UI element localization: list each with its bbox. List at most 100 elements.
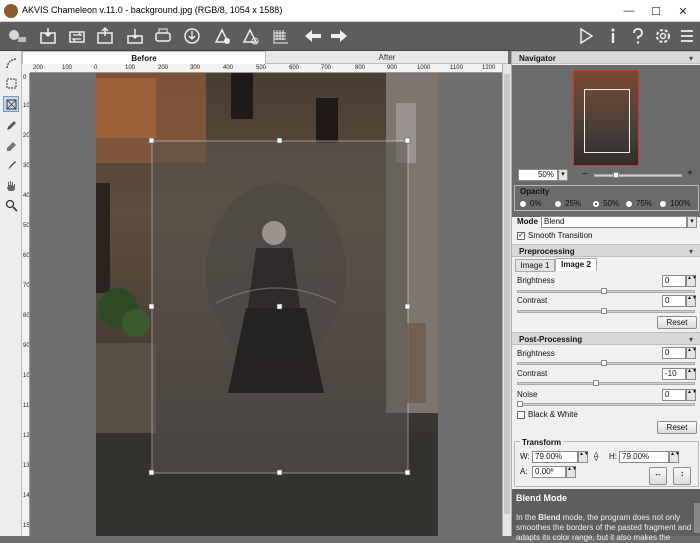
canvas-scrollbar[interactable] (502, 64, 511, 536)
rectangle-icon[interactable] (3, 75, 19, 91)
flip-vertical-icon[interactable]: ↕ (673, 467, 691, 485)
zoom-slider-knob[interactable] (613, 172, 619, 178)
help-scrollbar[interactable] (694, 503, 700, 533)
swap-icon[interactable] (66, 26, 88, 46)
zoom-slider[interactable] (594, 174, 682, 177)
share-icon[interactable] (181, 26, 203, 46)
help-icon[interactable] (627, 26, 649, 46)
tab-image-2[interactable]: Image 2 (555, 258, 597, 271)
image-canvas[interactable] (30, 73, 502, 536)
print-icon[interactable] (152, 26, 174, 46)
tab-image-1[interactable]: Image 1 (515, 259, 555, 272)
post-brightness-knob[interactable] (601, 360, 607, 366)
ruler-h-label: 200 (33, 65, 44, 71)
selection-icon[interactable] (3, 55, 19, 71)
about-icon[interactable] (6, 26, 28, 46)
postprocessing-header[interactable]: Post-Processing ▾ (512, 332, 700, 345)
pre-contrast-knob[interactable] (601, 308, 607, 314)
ruler-v-label: 800 (23, 313, 30, 319)
run-icon[interactable] (575, 26, 597, 46)
minimize-button[interactable]: — (616, 2, 642, 20)
link-icon[interactable]: ⟠ (594, 451, 598, 462)
horizontal-ruler: 200 100 0 100 200 300 400 500 600 700 80… (30, 64, 502, 73)
close-button[interactable]: ✕ (670, 2, 696, 20)
grid-icon[interactable] (270, 26, 292, 46)
tab-after[interactable]: After (266, 51, 508, 64)
angle-field[interactable]: 0.00º (532, 466, 566, 478)
opacity-radio-100[interactable] (659, 200, 667, 208)
zoom-in-button[interactable]: + (687, 168, 693, 179)
pre-contrast-field[interactable]: 0 (662, 295, 686, 307)
preprocessing-title: Preprocessing (519, 247, 575, 256)
post-brightness-field[interactable]: 0 (662, 347, 686, 359)
opacity-radio-0[interactable] (519, 200, 527, 208)
opacity-radio-25[interactable] (554, 200, 562, 208)
zoom-dropdown-icon[interactable]: ▾ (558, 169, 568, 181)
opacity-radio-50[interactable] (592, 200, 600, 208)
width-field[interactable]: 79.00% (532, 451, 578, 463)
navigator-viewport-frame[interactable] (584, 89, 630, 153)
help-panel: Blend Mode In the Blend mode, the progra… (512, 489, 700, 542)
ruler-h-label: 100 (125, 65, 136, 71)
help-title: Blend Mode (516, 493, 567, 503)
ruler-h-label: 800 (355, 65, 366, 71)
collapse-icon[interactable]: ▾ (689, 247, 693, 256)
zoom-icon[interactable] (3, 197, 19, 213)
collapse-icon[interactable]: ▾ (689, 335, 693, 344)
noise-slider[interactable] (517, 403, 695, 406)
angle-spinner[interactable]: ▲▼ (566, 466, 577, 478)
save-icon[interactable] (124, 26, 146, 46)
preprocessing-header[interactable]: Preprocessing ▾ (512, 244, 700, 257)
mode-select[interactable]: Blend (541, 216, 687, 228)
menu-icon[interactable] (676, 26, 698, 46)
post-brightness-spinner[interactable]: ▲▼ (686, 347, 697, 359)
ruler-h-label: 700 (321, 65, 332, 71)
post-contrast-knob[interactable] (593, 380, 599, 386)
pre-reset-button[interactable]: Reset (657, 316, 697, 329)
noise-spinner[interactable]: ▲▼ (686, 389, 697, 401)
height-field[interactable]: 79.00% (619, 451, 669, 463)
pre-brightness-spinner[interactable]: ▲▼ (686, 275, 697, 287)
width-spinner[interactable]: ▲▼ (578, 451, 589, 463)
scrollbar-thumb[interactable] (504, 74, 510, 514)
brush-icon[interactable] (3, 157, 19, 173)
pre-contrast-spinner[interactable]: ▲▼ (686, 295, 697, 307)
post-contrast-field[interactable]: -10 (662, 368, 686, 380)
hand-icon[interactable] (3, 177, 19, 193)
post-contrast-spinner[interactable]: ▲▼ (686, 368, 697, 380)
undo-icon[interactable] (302, 26, 324, 46)
ruler-v-label: 1400 (23, 493, 30, 499)
angle-label: A: (520, 467, 528, 476)
help-text-bold: Blend (538, 513, 561, 522)
height-spinner[interactable]: ▲▼ (669, 451, 680, 463)
zoom-out-button[interactable]: − (582, 169, 588, 180)
post-reset-button[interactable]: Reset (657, 421, 697, 434)
pre-brightness-knob[interactable] (601, 288, 607, 294)
transform-icon[interactable] (3, 96, 19, 112)
zoom-field[interactable]: 50% (518, 169, 558, 181)
fragment-in-icon[interactable] (211, 26, 233, 46)
info-icon[interactable] (602, 26, 624, 46)
fragment-out-icon[interactable] (239, 26, 261, 46)
black-white-checkbox[interactable] (517, 411, 525, 419)
navigator-header[interactable]: Navigator ▾ (512, 51, 700, 64)
mode-dropdown-icon[interactable]: ▾ (687, 216, 697, 228)
smooth-transition-checkbox[interactable]: ✓ (517, 232, 525, 240)
noise-knob[interactable] (517, 401, 523, 407)
maximize-button[interactable]: ☐ (643, 2, 669, 20)
open-background-icon[interactable] (38, 26, 60, 46)
redo-icon[interactable] (328, 26, 350, 46)
ruler-v-label: 500 (23, 223, 30, 229)
pre-brightness-field[interactable]: 0 (662, 275, 686, 287)
settings-icon[interactable] (652, 26, 674, 46)
ruler-h-label: 400 (223, 65, 234, 71)
paste-fragment-icon[interactable] (94, 26, 116, 46)
collapse-icon[interactable]: ▾ (689, 54, 693, 63)
noise-field[interactable]: 0 (662, 389, 686, 401)
pencil-icon[interactable] (3, 117, 19, 133)
post-contrast-slider[interactable] (517, 382, 695, 385)
tab-before[interactable]: Before (22, 51, 266, 64)
flip-horizontal-icon[interactable]: ↔ (649, 467, 667, 485)
eraser-icon[interactable] (3, 137, 19, 153)
opacity-radio-75[interactable] (625, 200, 633, 208)
